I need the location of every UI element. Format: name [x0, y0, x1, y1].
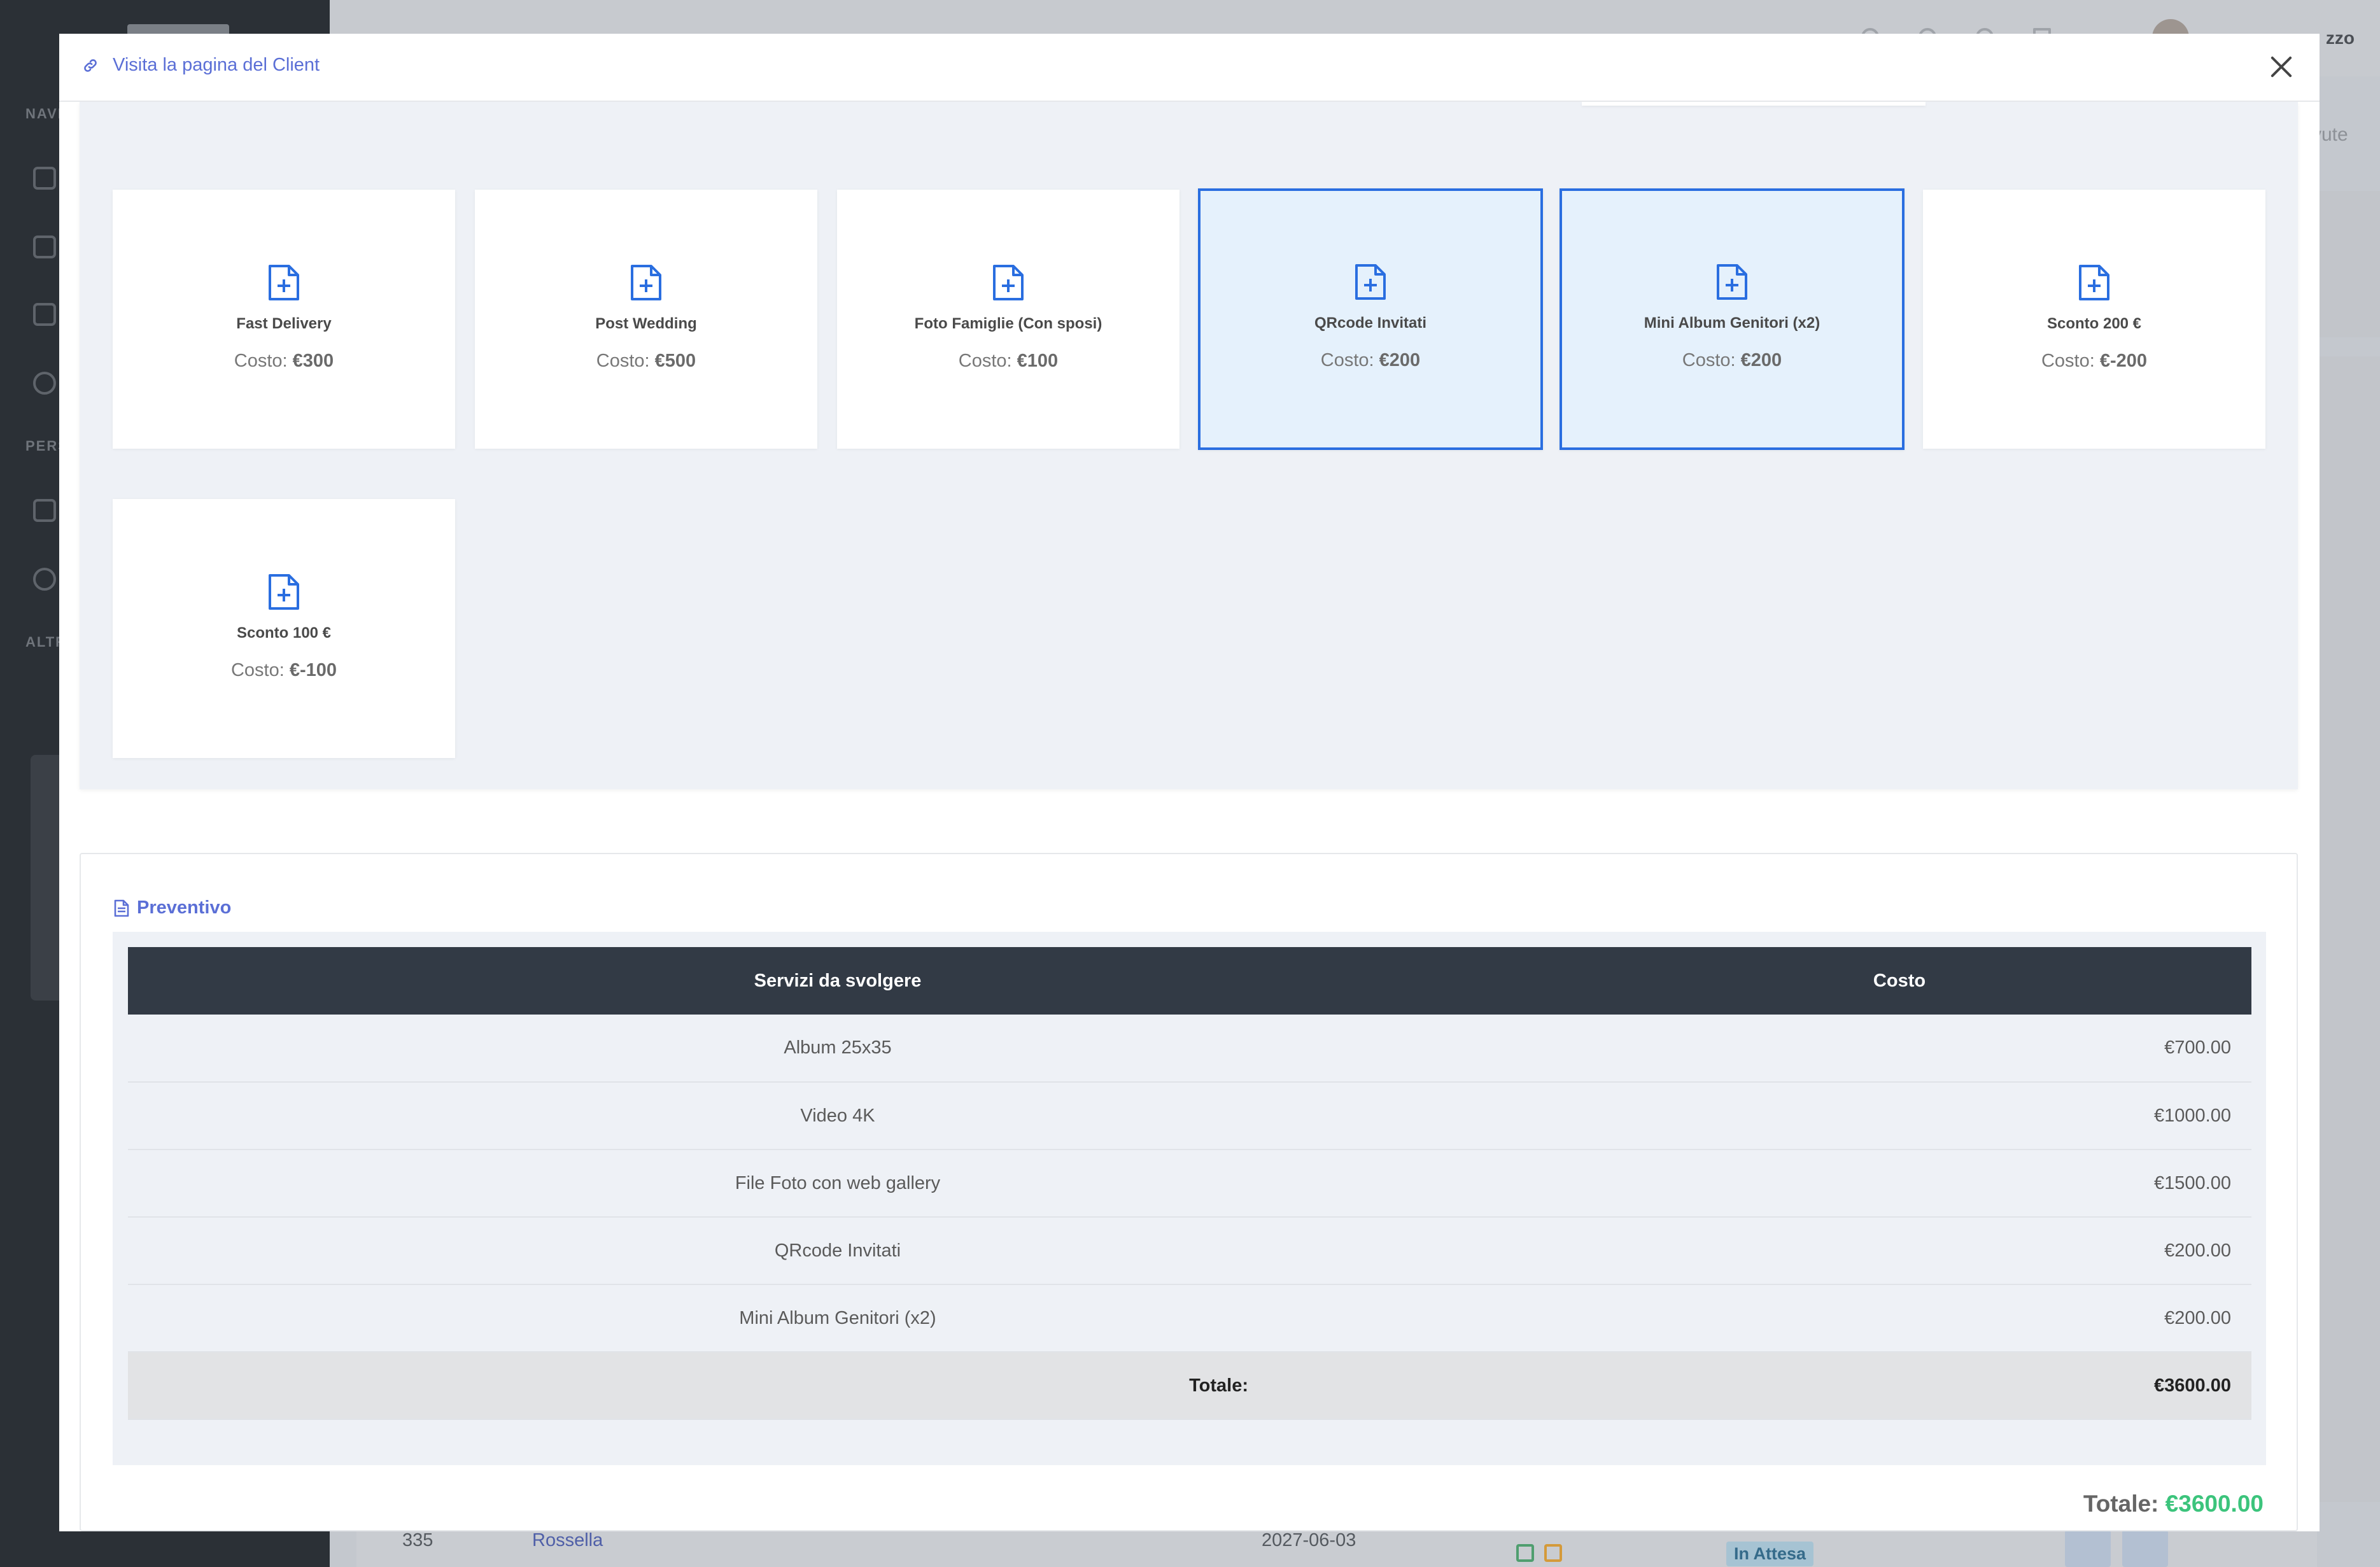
document-icon[interactable] — [33, 303, 56, 326]
service-cost: Costo: €200 — [1320, 350, 1421, 370]
close-icon[interactable] — [2266, 52, 2297, 82]
user-icon[interactable] — [33, 372, 56, 395]
column-header-service: Servizi da svolgere — [128, 947, 1547, 1015]
cost-cell: €200.00 — [1547, 1217, 2251, 1285]
quote-title: Preventivo — [114, 897, 231, 918]
quote-table: Servizi da svolgere Costo Album 25x35 €7… — [128, 947, 2251, 1420]
service-cell: Video 4K — [128, 1082, 1547, 1150]
row-date: 2027-06-03 — [1262, 1530, 1356, 1550]
service-cost: Costo: €-100 — [230, 660, 337, 680]
background-panel — [2317, 191, 2380, 337]
sidebar-section-label: NAVI — [25, 106, 63, 122]
service-name: Fast Delivery — [236, 315, 332, 332]
row-id: 335 — [402, 1530, 433, 1550]
globe-icon[interactable] — [33, 568, 56, 591]
add-file-icon — [1355, 264, 1386, 300]
service-name: Sconto 200 € — [2046, 315, 2142, 332]
service-card-fast-delivery[interactable]: Fast Delivery Costo: €300 — [113, 190, 455, 449]
edit-row-button[interactable] — [2065, 1530, 2111, 1567]
files-icon[interactable] — [33, 499, 56, 522]
edit-icon[interactable] — [33, 235, 56, 258]
grand-total-value: €3600.00 — [2165, 1491, 2264, 1517]
service-cell: File Foto con web gallery — [128, 1149, 1547, 1218]
service-cost: Costo: €500 — [596, 351, 696, 371]
quote-title-label: Preventivo — [137, 897, 232, 918]
add-file-icon — [631, 265, 661, 300]
layers-button[interactable] — [2122, 1530, 2168, 1567]
table-row: Album 25x35 €700.00 — [128, 1015, 2251, 1083]
table-row: Video 4K €1000.00 — [128, 1082, 2251, 1150]
add-file-icon — [269, 574, 299, 610]
service-cell: QRcode Invitati — [128, 1217, 1547, 1285]
mail-icon[interactable] — [1516, 1544, 1534, 1562]
table-row: Mini Album Genitori (x2) €200.00 — [128, 1284, 2251, 1353]
cost-cell: €1500.00 — [1547, 1149, 2251, 1218]
cost-cell: €200.00 — [1547, 1284, 2251, 1353]
service-card-post-wedding[interactable]: Post Wedding Costo: €500 — [475, 190, 817, 449]
table-row: File Foto con web gallery €1500.00 — [128, 1149, 2251, 1218]
table-row: QRcode Invitati €200.00 — [128, 1217, 2251, 1285]
quote-table-wrapper: Servizi da svolgere Costo Album 25x35 €7… — [113, 932, 2266, 1465]
service-name: Post Wedding — [595, 315, 697, 332]
column-header-cost: Costo — [1547, 947, 2251, 1015]
add-file-icon — [1717, 264, 1747, 300]
row-client-link[interactable]: Rossella — [532, 1530, 603, 1551]
service-name: Foto Famiglie (Con sposi) — [914, 315, 1102, 332]
panel-tab — [1582, 102, 1926, 106]
service-card-qrcode-invitati[interactable]: QRcode Invitati Costo: €200 — [1198, 188, 1543, 450]
add-file-icon — [993, 265, 1024, 300]
service-cost: Costo: €200 — [1682, 350, 1782, 370]
service-card-foto-famiglie[interactable]: Foto Famiglie (Con sposi) Costo: €100 — [837, 190, 1179, 449]
grand-total-label: Totale: — [2083, 1491, 2165, 1517]
quote-card: Preventivo Servizi da svolgere Costo Alb… — [80, 853, 2298, 1531]
service-card-sconto-200[interactable]: Sconto 200 € Costo: €-200 — [1923, 190, 2265, 449]
service-cost: Costo: €300 — [234, 351, 334, 371]
service-card-sconto-100[interactable]: Sconto 100 € Costo: €-100 — [113, 499, 455, 758]
client-modal: Visita la pagina del Client Fast Deliver… — [59, 34, 2320, 1531]
status-badge: In Attesa — [1726, 1542, 1814, 1566]
total-label: Totale: — [128, 1352, 1547, 1420]
cost-cell: €700.00 — [1547, 1015, 2251, 1083]
cost-cell: €1000.00 — [1547, 1082, 2251, 1150]
user-name[interactable]: zzo — [2326, 28, 2355, 48]
grand-total: Totale: €3600.00 — [2083, 1491, 2264, 1517]
pencil-icon[interactable] — [1544, 1544, 1562, 1562]
home-icon[interactable] — [33, 167, 56, 190]
visit-client-label: Visita la pagina del Client — [113, 55, 320, 75]
total-value: €3600.00 — [1547, 1352, 2251, 1420]
service-cell: Mini Album Genitori (x2) — [128, 1284, 1547, 1353]
document-icon — [114, 899, 129, 917]
service-name: QRcode Invitati — [1314, 314, 1427, 332]
service-cost: Costo: €-200 — [2041, 351, 2148, 371]
service-name: Mini Album Genitori (x2) — [1644, 314, 1820, 332]
table-header-row: Servizi da svolgere Costo — [128, 947, 2251, 1015]
service-cell: Album 25x35 — [128, 1015, 1547, 1083]
table-total-row: Totale: €3600.00 — [128, 1352, 2251, 1420]
service-cost: Costo: €100 — [958, 351, 1059, 371]
service-name: Sconto 100 € — [236, 624, 332, 642]
service-card-mini-album-genitori[interactable]: Mini Album Genitori (x2) Costo: €200 — [1560, 188, 1905, 450]
visit-client-link[interactable]: Visita la pagina del Client — [82, 55, 320, 76]
add-file-icon — [2079, 265, 2109, 300]
background-panel — [2317, 356, 2380, 1502]
modal-header: Visita la pagina del Client — [59, 34, 2320, 102]
add-file-icon — [269, 265, 299, 300]
services-panel: Fast Delivery Costo: €300 Post Wedding C… — [80, 102, 2298, 789]
link-icon — [84, 59, 97, 72]
modal-body: Fast Delivery Costo: €300 Post Wedding C… — [59, 102, 2320, 1531]
